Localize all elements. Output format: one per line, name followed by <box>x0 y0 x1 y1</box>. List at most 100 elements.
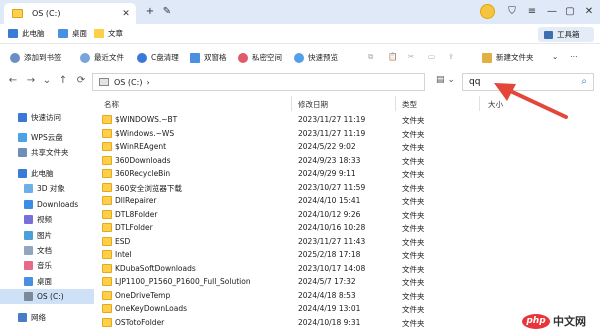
view-mode-icon[interactable]: ▤ ⌄ <box>436 75 460 89</box>
file-row[interactable]: OneDriveTemp 2024/4/18 8:53 文件夹 <box>96 289 496 303</box>
file-row[interactable]: DllRepairer 2024/4/10 15:41 文件夹 <box>96 194 496 208</box>
file-row[interactable]: OneKeyDownLoads 2024/4/19 13:01 文件夹 <box>96 302 496 316</box>
file-row[interactable]: DTLFolder 2024/10/16 10:28 文件夹 <box>96 221 496 235</box>
folder-icon <box>102 304 112 313</box>
file-name: KDubaSoftDownloads <box>115 263 196 273</box>
breadcrumb-path[interactable]: OS (C:) <box>114 78 142 87</box>
quick-item-articles[interactable]: 文章 <box>94 28 123 39</box>
sidebar-item-desktop[interactable]: 桌面 <box>0 274 94 289</box>
address-bar[interactable]: OS (C:) › <box>92 73 425 91</box>
command-label: 私密空间 <box>252 53 282 62</box>
file-row[interactable]: KDubaSoftDownloads 2023/10/17 14:08 文件夹 <box>96 262 496 276</box>
sidebar-item-wps-cloud[interactable]: WPS云盘 <box>0 130 94 145</box>
column-divider[interactable] <box>479 96 480 111</box>
quick-item-label: 此电脑 <box>22 29 45 38</box>
file-name: 360安全浏览器下载 <box>115 183 182 193</box>
command-label: 快速预览 <box>308 53 338 62</box>
quick-item-desktop[interactable]: 桌面 <box>58 28 87 39</box>
file-name: $WINDOWS.~BT <box>115 115 178 124</box>
folder-icon <box>102 142 112 151</box>
column-header-name[interactable]: 名称 <box>104 99 119 110</box>
refresh-icon[interactable]: ⟳ <box>74 75 88 86</box>
up-arrow-icon[interactable]: ↑ <box>56 75 70 86</box>
search-input[interactable] <box>469 77 569 87</box>
file-name: OneDriveTemp <box>115 290 171 300</box>
sidebar-item-quick-access[interactable]: 快速访问 <box>0 110 94 125</box>
new-folder-icon <box>482 52 492 63</box>
more-icon[interactable]: ⋯ <box>570 52 578 61</box>
sidebar-item-music[interactable]: 音乐 <box>0 258 94 273</box>
pin-icon[interactable]: ✎ <box>160 5 174 19</box>
sidebar-item-3d-objects[interactable]: 3D 对象 <box>0 181 94 196</box>
recent-files-button[interactable]: 最近文件 <box>80 52 124 63</box>
chevron-down-icon[interactable]: ⌄ <box>552 52 558 61</box>
shirt-icon[interactable]: ⛉ <box>505 5 519 19</box>
sidebar-item-downloads[interactable]: Downloads <box>0 197 94 212</box>
file-type: 文件夹 <box>402 210 425 220</box>
file-row[interactable]: 360安全浏览器下载 2023/10/27 11:59 文件夹 <box>96 181 496 195</box>
add-bookmark-button[interactable]: 添加到书签 <box>10 52 62 63</box>
close-icon[interactable]: ✕ <box>582 5 596 19</box>
toolbox-button[interactable]: 工具箱 <box>538 27 594 42</box>
maximize-icon[interactable]: ▢ <box>563 5 577 19</box>
file-type: 文件夹 <box>402 278 425 287</box>
file-row[interactable]: $WinREAgent 2024/5/22 9:02 文件夹 <box>96 140 496 154</box>
column-divider[interactable] <box>291 96 292 111</box>
forward-arrow-icon[interactable]: → <box>24 75 38 86</box>
sidebar-item-this-pc[interactable]: 此电脑 <box>0 166 94 181</box>
quick-item-this-pc[interactable]: 此电脑 <box>8 28 45 39</box>
rename-icon[interactable]: ▭ <box>428 52 435 61</box>
file-row[interactable]: DTL8Folder 2024/10/12 9:26 文件夹 <box>96 208 496 222</box>
file-name: OSTotoFolder <box>115 317 165 327</box>
cut-icon[interactable]: ✂ <box>408 52 414 61</box>
video-icon <box>24 215 33 224</box>
c-drive-clean-button[interactable]: C盘清理 <box>137 52 179 63</box>
file-date: 2024/10/16 10:28 <box>298 223 366 232</box>
share-icon[interactable]: ⇪ <box>448 52 454 61</box>
tab-close-icon[interactable]: ✕ <box>120 9 132 19</box>
sidebar-item-network[interactable]: 网络 <box>0 310 94 325</box>
command-label: 添加到书签 <box>24 53 62 62</box>
paste-icon[interactable]: 📋 <box>388 52 397 61</box>
file-row[interactable]: 360Downloads 2024/9/23 18:33 文件夹 <box>96 154 496 168</box>
quick-preview-button[interactable]: 快速预览 <box>294 52 338 63</box>
menu-icon[interactable]: ≡ <box>525 5 539 19</box>
back-arrow-icon[interactable]: ← <box>6 75 20 86</box>
file-row[interactable]: LJP1100_P1560_P1600_Full_Solution 2024/5/… <box>96 275 496 289</box>
new-tab-button[interactable]: + <box>143 5 157 19</box>
sidebar-item-pictures[interactable]: 图片 <box>0 228 94 243</box>
column-divider[interactable] <box>395 96 396 111</box>
file-row[interactable]: $WINDOWS.~BT 2023/11/27 11:19 文件夹 <box>96 113 496 127</box>
folder-icon <box>102 209 112 219</box>
file-type: 文件夹 <box>402 197 425 206</box>
breadcrumb-chevron-icon[interactable]: › <box>146 78 149 87</box>
file-date: 2023/10/17 14:08 <box>298 263 366 273</box>
file-name: LJP1100_P1560_P1600_Full_Solution <box>115 277 251 286</box>
file-row[interactable]: OSTotoFolder 2024/10/18 9:31 文件夹 <box>96 316 496 330</box>
search-icon[interactable]: ⌕ <box>581 76 587 87</box>
sidebar-item-os-c[interactable]: OS (C:) <box>0 289 94 304</box>
chevron-down-icon[interactable]: ⌄ <box>40 75 54 86</box>
search-box[interactable]: ⌕ <box>462 73 594 91</box>
file-type: 文件夹 <box>402 318 425 328</box>
column-header-size[interactable]: 大小 <box>488 99 503 110</box>
avatar[interactable] <box>480 4 495 19</box>
sidebar-item-shared-folder[interactable]: 共享文件夹 <box>0 145 94 160</box>
sidebar-item-label: Downloads <box>37 200 79 209</box>
private-space-button[interactable]: 私密空间 <box>238 52 282 63</box>
column-header-type[interactable]: 类型 <box>402 99 417 110</box>
file-row[interactable]: Intel 2025/2/18 17:18 文件夹 <box>96 248 496 262</box>
new-folder-button[interactable]: 新建文件夹 <box>482 52 534 63</box>
sidebar-item-label: 共享文件夹 <box>31 148 69 157</box>
copy-icon[interactable]: ⧉ <box>368 52 373 62</box>
file-row[interactable]: 360RecycleBin 2024/9/29 9:11 文件夹 <box>96 167 496 181</box>
sidebar-item-videos[interactable]: 视频 <box>0 212 94 227</box>
file-row[interactable]: ESD 2023/11/27 11:43 文件夹 <box>96 235 496 249</box>
file-date: 2024/4/10 15:41 <box>298 196 361 205</box>
minimize-icon[interactable]: — <box>545 5 559 19</box>
file-row[interactable]: $Windows.~WS 2023/11/27 11:19 文件夹 <box>96 127 496 141</box>
column-header-date[interactable]: 修改日期 <box>298 99 328 110</box>
sidebar-item-documents[interactable]: 文档 <box>0 243 94 258</box>
dual-pane-button[interactable]: 双窗格 <box>190 52 227 63</box>
tab-os-c[interactable]: OS (C:) ✕ <box>4 3 136 24</box>
